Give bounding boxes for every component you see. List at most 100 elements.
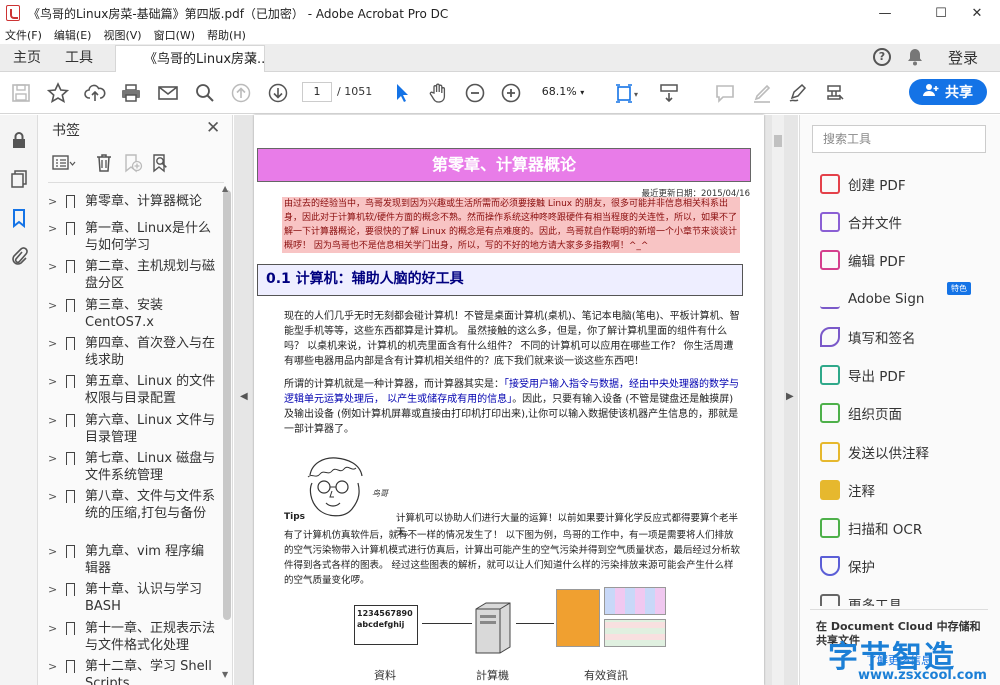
tool-edit-pdf[interactable]: 编辑 PDF <box>820 249 995 271</box>
output-map-image <box>556 589 600 647</box>
chevron-right-icon[interactable]: > <box>48 658 57 675</box>
chevron-right-icon[interactable]: > <box>48 335 57 352</box>
find-bookmark-icon[interactable] <box>151 153 171 177</box>
scroll-mode-icon[interactable] <box>657 81 681 105</box>
help-icon[interactable]: ? <box>873 48 891 66</box>
chevron-right-icon[interactable]: > <box>48 543 57 560</box>
document-viewer[interactable]: ◀ ▶ 第零章、计算器概论 最近更新日期：2015/04/16 由过去的经验当中… <box>234 115 798 685</box>
chevron-right-icon[interactable]: > <box>48 297 57 314</box>
tool-more-tools[interactable]: 更多工具 <box>820 594 995 606</box>
save-icon[interactable] <box>9 81 33 105</box>
search-tools-input[interactable]: 搜索工具 <box>812 125 986 153</box>
collapse-left-panel-icon[interactable]: ◀ <box>240 391 248 402</box>
next-page-icon[interactable] <box>266 81 290 105</box>
cloud-upload-icon[interactable] <box>83 81 107 105</box>
collapse-right-panel-icon[interactable]: ▶ <box>786 391 794 402</box>
tool-organize-pages[interactable]: 组织页面 <box>820 402 995 424</box>
more-tools-icon <box>820 594 840 606</box>
bell-icon[interactable] <box>907 48 923 66</box>
bookmark-icon <box>66 490 75 507</box>
close-window-button[interactable]: ✕ <box>954 0 1000 26</box>
tool-export-pdf[interactable]: 导出 PDF <box>820 364 995 386</box>
bookmark-options-icon[interactable] <box>52 155 76 175</box>
bookmark-item[interactable]: > 第九章、vim 程序编辑器 <box>48 543 220 577</box>
tool-create-pdf[interactable]: 创建 PDF <box>820 173 995 195</box>
intro-paragraph: 由过去的经验当中，鸟哥发现到因为兴趣或生活所需而必须要接触 Linux 的朋友，… <box>282 197 740 253</box>
chevron-right-icon[interactable]: > <box>48 193 57 210</box>
scroll-up-icon[interactable]: ▲ <box>222 184 228 193</box>
menu-view[interactable]: 视图(V) <box>103 27 141 43</box>
figure-caption: 計算機 <box>476 669 509 682</box>
chevron-right-icon[interactable]: > <box>48 258 57 275</box>
stamp-icon[interactable] <box>823 81 847 105</box>
zoom-level-select[interactable]: 68.1% ▾ <box>538 82 588 102</box>
tool-protect[interactable]: 保护 <box>820 555 995 577</box>
zoom-out-icon[interactable] <box>463 81 487 105</box>
login-button[interactable]: 登录 <box>948 44 978 72</box>
share-button[interactable]: 共享 <box>909 79 987 105</box>
chevron-right-icon[interactable]: > <box>48 373 57 390</box>
print-icon[interactable] <box>119 81 143 105</box>
chevron-right-icon[interactable]: > <box>48 220 57 237</box>
search-icon[interactable] <box>193 81 217 105</box>
site-watermark: 字节智造 www.zsxcool.com <box>822 632 1000 685</box>
pages-thumbnails-icon[interactable] <box>10 170 28 192</box>
chevron-right-icon[interactable]: > <box>48 620 57 637</box>
fit-dropdown-chevron-icon[interactable]: ▾ <box>634 90 638 99</box>
close-tab-icon[interactable]: ✕ <box>247 46 258 73</box>
menu-window[interactable]: 窗口(W) <box>154 27 195 43</box>
select-cursor-icon[interactable] <box>390 81 414 105</box>
attachment-icon[interactable] <box>10 246 28 270</box>
document-scroll-thumb[interactable] <box>774 135 782 147</box>
bookmark-item[interactable]: > 第零章、计算器概论 <box>48 193 220 212</box>
chevron-right-icon[interactable]: > <box>48 412 57 429</box>
previous-page-icon[interactable] <box>229 81 253 105</box>
menu-help[interactable]: 帮助(H) <box>207 27 246 43</box>
bookmark-item[interactable]: > 第一章、Linux是什么与如何学习 <box>48 220 220 254</box>
tab-document[interactable]: 《鸟哥的Linux房菜... ✕ <box>115 45 265 73</box>
bookmark-item[interactable]: > 第十二章、学习 Shell Scripts <box>48 658 220 685</box>
chevron-right-icon[interactable]: > <box>48 450 57 467</box>
tab-home[interactable]: 主页 <box>13 44 41 72</box>
lock-icon[interactable] <box>10 131 28 153</box>
bookmark-item[interactable]: > 第七章、Linux 磁盘与文件系统管理 <box>48 450 220 484</box>
sign-pen-icon[interactable] <box>786 81 810 105</box>
bookmark-item[interactable]: > 第五章、Linux 的文件权限与目录配置 <box>48 373 220 407</box>
page-number-input[interactable]: 1 <box>302 82 332 102</box>
chevron-right-icon[interactable]: > <box>48 581 57 598</box>
email-icon[interactable] <box>156 81 180 105</box>
tool-scan-ocr[interactable]: 扫描和 OCR <box>820 517 995 539</box>
scroll-down-icon[interactable]: ▼ <box>222 670 228 679</box>
close-panel-icon[interactable]: ✕ <box>206 118 220 138</box>
bookmark-panel-icon[interactable] <box>10 208 28 232</box>
tab-tools[interactable]: 工具 <box>65 44 93 72</box>
bookmark-item[interactable]: > 第三章、安装 CentOS7.x <box>48 297 220 331</box>
bookmark-item[interactable]: > 第六章、Linux 文件与目录管理 <box>48 412 220 446</box>
organize-pages-icon <box>820 403 840 423</box>
tool-fill-sign[interactable]: 填写和签名 <box>820 326 995 348</box>
bookmark-item[interactable]: > 第二章、主机规划与磁盘分区 <box>48 258 220 292</box>
hand-tool-icon[interactable] <box>426 81 450 105</box>
tool-combine-files[interactable]: 合并文件 <box>820 211 995 233</box>
minimize-button[interactable]: — <box>862 0 908 26</box>
bookmarks-title: 书签 <box>52 123 80 139</box>
new-bookmark-icon[interactable] <box>123 153 143 177</box>
chevron-right-icon[interactable]: > <box>48 488 57 505</box>
bookmark-item[interactable]: > 第八章、文件与文件系统的压缩,打包与备份 <box>48 488 220 522</box>
highlight-icon[interactable] <box>750 81 774 105</box>
tool-send-for-comments[interactable]: 发送以供注释 <box>820 441 995 463</box>
menu-file[interactable]: 文件(F) <box>5 27 42 43</box>
bookmark-item[interactable]: > 第四章、首次登入与在线求助 <box>48 335 220 369</box>
zoom-in-icon[interactable] <box>499 81 523 105</box>
star-icon[interactable] <box>46 81 70 105</box>
delete-bookmark-icon[interactable] <box>95 153 113 177</box>
comment-icon[interactable] <box>713 81 737 105</box>
paragraph: 所谓的计算机就是一种计算器，而计算器其实是：「接受用户输入指令与数据，经由中央处… <box>284 379 739 435</box>
document-scrollbar[interactable] <box>772 115 784 685</box>
bookmark-item[interactable]: > 第十一章、正规表示法与文件格式化处理 <box>48 620 220 654</box>
menu-edit[interactable]: 编辑(E) <box>54 27 92 43</box>
tool-comment[interactable]: 注释 <box>820 479 995 501</box>
figure-caption: 資料 <box>374 669 396 682</box>
bookmarks-scrollbar[interactable] <box>223 190 231 620</box>
bookmark-item[interactable]: > 第十章、认识与学习BASH <box>48 581 220 615</box>
